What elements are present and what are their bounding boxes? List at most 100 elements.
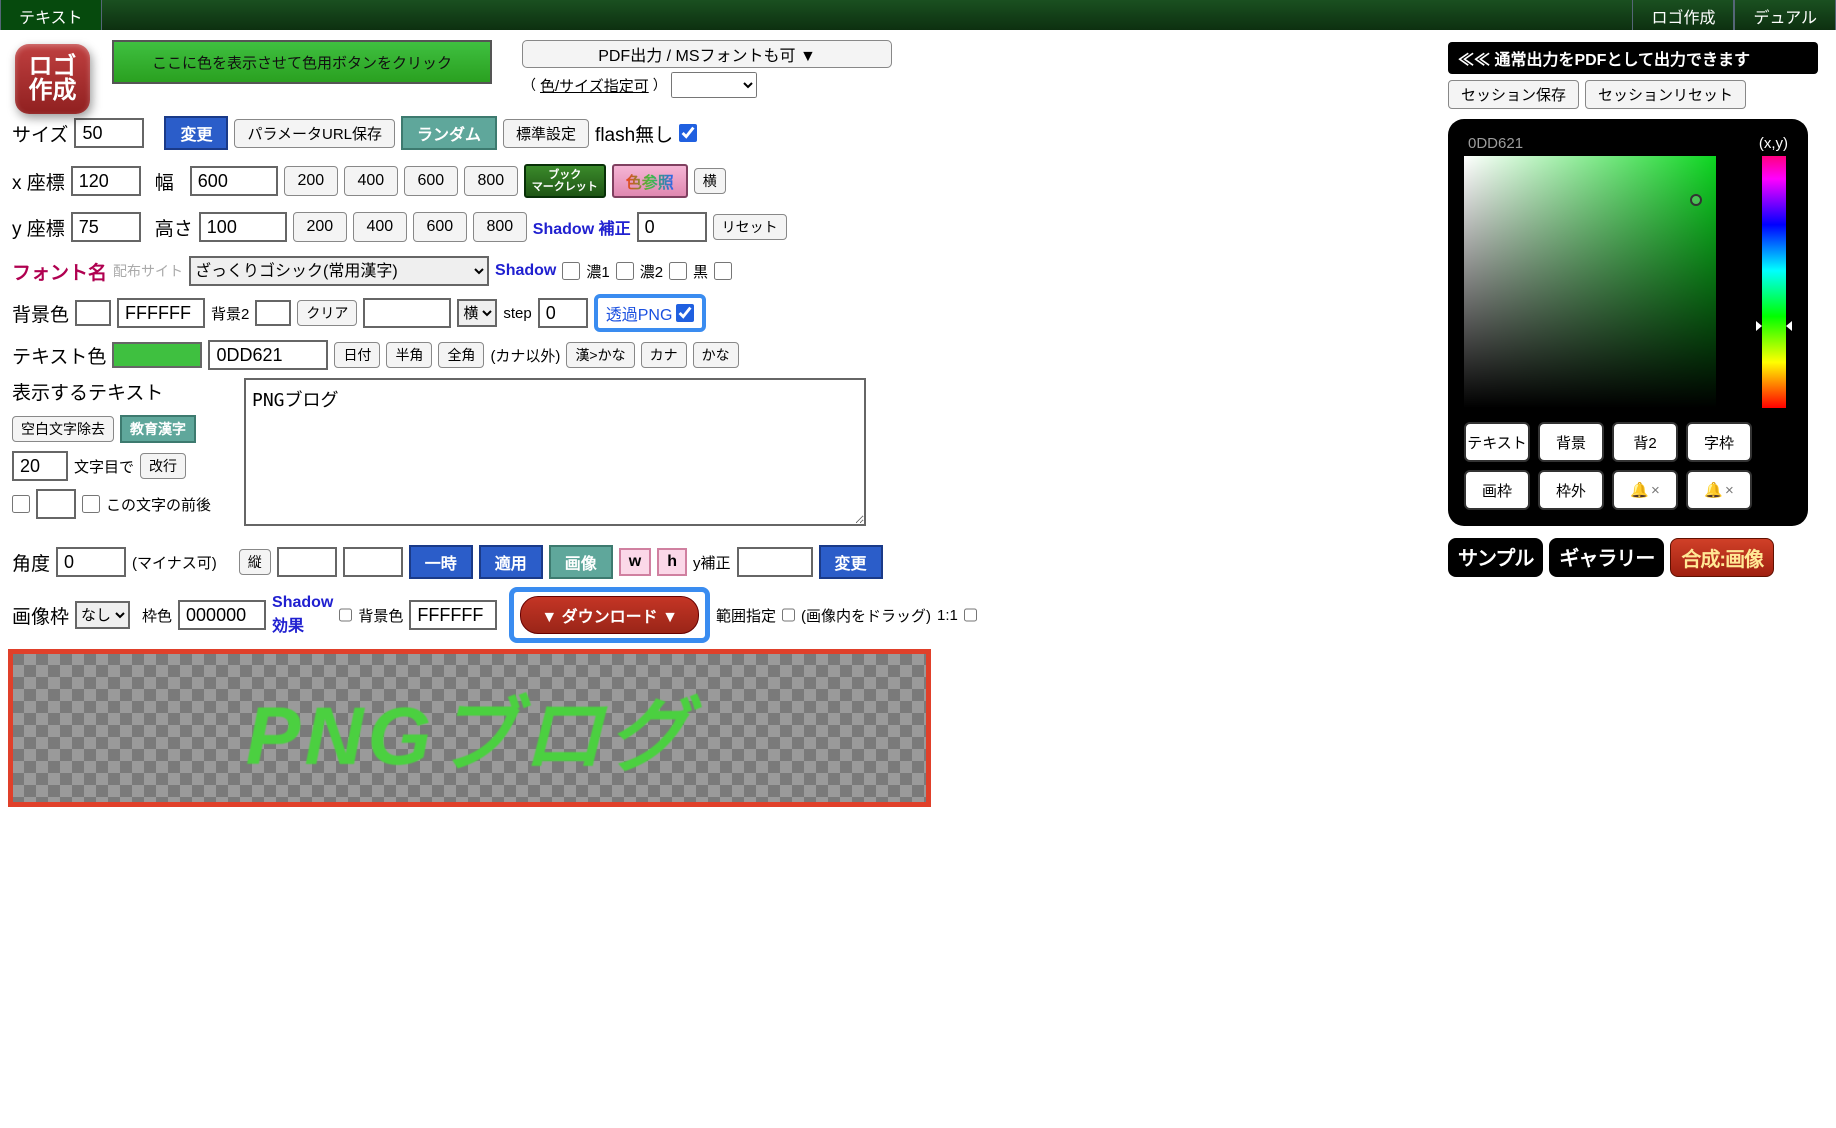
remove-space-button[interactable]: 空白文字除去 xyxy=(12,416,114,442)
w-button[interactable]: w xyxy=(619,548,651,576)
edu-kanji-button[interactable]: 教育漢字 xyxy=(120,415,196,443)
shadow-checkbox[interactable] xyxy=(562,262,580,280)
textcolor-hex-input[interactable] xyxy=(208,340,328,370)
image-button[interactable]: 画像 xyxy=(549,545,613,579)
wrap-button[interactable]: 改行 xyxy=(140,453,186,479)
transparent-png-toggle[interactable]: 透過PNG xyxy=(594,294,707,332)
logo-badge[interactable]: ロゴ 作成 xyxy=(15,44,90,114)
kana-button[interactable]: カナ xyxy=(641,342,687,368)
x-input[interactable] xyxy=(71,166,141,196)
shadow-link[interactable]: Shadow xyxy=(495,262,556,280)
composite-pill[interactable]: 合成:画像 xyxy=(1670,538,1774,577)
h-preset-400[interactable]: 400 xyxy=(353,212,407,242)
around-check2[interactable] xyxy=(82,495,100,513)
bg2-swatch[interactable] xyxy=(255,300,291,326)
around-input[interactable] xyxy=(36,489,76,519)
hankaku-button[interactable]: 半角 xyxy=(386,342,432,368)
shadow-corr-input[interactable] xyxy=(637,212,707,242)
font-select[interactable]: ざっくりゴシック(常用漢字) xyxy=(189,256,489,286)
size-spec-link[interactable]: 色/サイズ指定可 xyxy=(540,75,649,96)
tab-logo[interactable]: ロゴ作成 xyxy=(1632,0,1734,30)
bg2-dir-select[interactable]: 横 xyxy=(457,299,497,327)
angle-extra2-input[interactable] xyxy=(343,547,403,577)
default-button[interactable]: 標準設定 xyxy=(503,119,589,148)
png-checkbox[interactable] xyxy=(676,304,694,322)
ycorr-input[interactable] xyxy=(737,547,813,577)
height-input[interactable] xyxy=(199,212,287,242)
picker-mute1-button[interactable]: 🔔× xyxy=(1612,470,1678,510)
h-button[interactable]: h xyxy=(657,548,687,576)
h-preset-600[interactable]: 600 xyxy=(413,212,467,242)
sample-pill[interactable]: サンプル xyxy=(1448,538,1543,577)
tab-dual[interactable]: デュアル xyxy=(1734,0,1836,30)
apply-button[interactable]: 適用 xyxy=(479,545,543,579)
w-preset-200[interactable]: 200 xyxy=(284,166,338,196)
angle-extra1-input[interactable] xyxy=(277,547,337,577)
hue-strip[interactable] xyxy=(1762,156,1786,408)
tab-text[interactable]: テキスト xyxy=(0,0,102,30)
pdf-output-button[interactable]: PDF出力 / MSフォントも可 ▼ xyxy=(522,40,892,68)
color-reference-button[interactable]: 色参照 xyxy=(612,164,688,198)
h-preset-200[interactable]: 200 xyxy=(293,212,347,242)
zenkaku-button[interactable]: 全角 xyxy=(438,342,484,368)
dark2-checkbox[interactable] xyxy=(669,262,687,280)
frame-bgcolor-input[interactable] xyxy=(409,600,497,630)
param-url-button[interactable]: パラメータURL保存 xyxy=(234,119,395,148)
bg2-label: 背景2 xyxy=(211,303,249,324)
kana2-button[interactable]: かな xyxy=(693,342,739,368)
wrap-at-input[interactable] xyxy=(12,451,68,481)
date-button[interactable]: 日付 xyxy=(334,342,380,368)
temp-button[interactable]: 一時 xyxy=(409,545,473,579)
y-input[interactable] xyxy=(71,212,141,242)
width-input[interactable] xyxy=(190,166,278,196)
session-save-button[interactable]: セッション保存 xyxy=(1448,80,1579,109)
bgcolor-hex-input[interactable] xyxy=(117,298,205,328)
sv-panel[interactable] xyxy=(1464,156,1716,408)
preview-canvas[interactable]: PNGブログ xyxy=(12,653,927,803)
ratio-label: 1:1 xyxy=(937,607,958,624)
picker-mute2-button[interactable]: 🔔× xyxy=(1686,470,1752,510)
flash-checkbox[interactable] xyxy=(679,124,697,142)
dark1-checkbox[interactable] xyxy=(616,262,634,280)
random-button[interactable]: ランダム xyxy=(401,116,497,150)
around-check1[interactable] xyxy=(12,495,30,513)
picker-bg2-button[interactable]: 背2 xyxy=(1612,422,1678,462)
h-preset-800[interactable]: 800 xyxy=(473,212,527,242)
kan2kana-button[interactable]: 漢>かな xyxy=(566,342,634,368)
size-change-button[interactable]: 変更 xyxy=(164,116,228,150)
color-display-strip[interactable]: ここに色を表示させて色用ボタンをクリック xyxy=(112,40,492,84)
shadow-corr-link[interactable]: Shadow 補正 xyxy=(533,215,631,239)
frame-select[interactable]: なし xyxy=(75,601,130,629)
picker-glyph-button[interactable]: 字枠 xyxy=(1686,422,1752,462)
shadow-effect-link[interactable]: Shadow 効果 xyxy=(272,594,333,636)
bordercolor-input[interactable] xyxy=(178,600,266,630)
step-input[interactable] xyxy=(538,298,588,328)
picker-bg-button[interactable]: 背景 xyxy=(1538,422,1604,462)
pdf-select[interactable] xyxy=(671,72,757,98)
picker-text-button[interactable]: テキスト xyxy=(1464,422,1530,462)
bookmarklet-button[interactable]: ブック マークレット xyxy=(524,164,606,198)
range-checkbox[interactable] xyxy=(782,606,795,624)
clear-button[interactable]: クリア xyxy=(297,300,357,326)
bgcolor-swatch[interactable] xyxy=(75,300,111,326)
angle-input[interactable] xyxy=(56,547,126,577)
textcolor-swatch[interactable] xyxy=(112,342,202,368)
yoko-button[interactable]: 横 xyxy=(694,168,726,194)
reset-button[interactable]: リセット xyxy=(713,214,787,240)
change2-button[interactable]: 変更 xyxy=(819,545,883,579)
gallery-pill[interactable]: ギャラリー xyxy=(1549,538,1664,577)
w-preset-600[interactable]: 600 xyxy=(404,166,458,196)
session-reset-button[interactable]: セッションリセット xyxy=(1585,80,1746,109)
picker-img-button[interactable]: 画枠 xyxy=(1464,470,1530,510)
main-text-input[interactable]: PNGブログ xyxy=(244,378,866,526)
black-checkbox[interactable] xyxy=(714,262,732,280)
ratio-checkbox[interactable] xyxy=(964,606,977,624)
vertical-button[interactable]: 縦 xyxy=(239,549,271,575)
w-preset-400[interactable]: 400 xyxy=(344,166,398,196)
picker-out-button[interactable]: 枠外 xyxy=(1538,470,1604,510)
download-button[interactable]: ▼ ダウンロード ▼ xyxy=(520,596,699,634)
w-preset-800[interactable]: 800 xyxy=(464,166,518,196)
size-input[interactable] xyxy=(74,118,144,148)
bg2-input[interactable] xyxy=(363,298,451,328)
shadow-effect-checkbox[interactable] xyxy=(339,606,352,624)
